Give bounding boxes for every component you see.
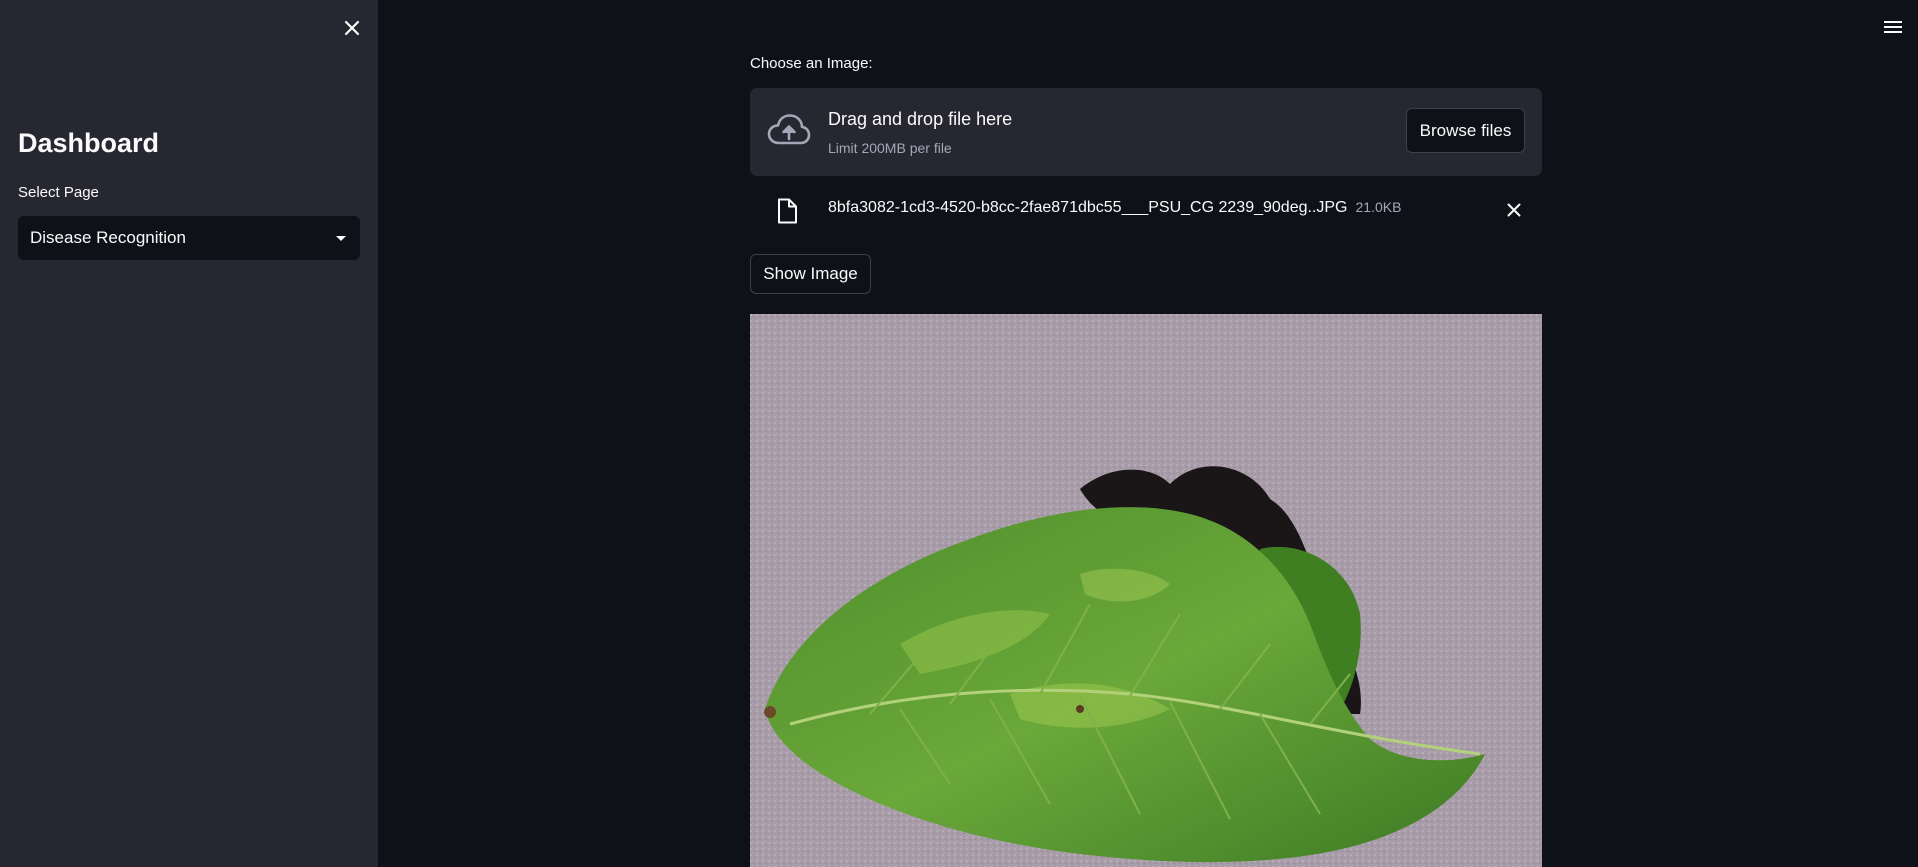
sidebar-close-button[interactable]	[338, 14, 366, 42]
select-page-value: Disease Recognition	[30, 228, 186, 247]
cloud-upload-icon	[767, 114, 811, 145]
file-dropzone[interactable]: Drag and drop file here Limit 200MB per …	[750, 88, 1542, 176]
uploaded-file-size: 21.0KB	[1355, 199, 1402, 215]
select-page-dropdown[interactable]: Disease Recognition	[18, 216, 360, 260]
uploaded-file-row: 8bfa3082-1cd3-4520-b8cc-2fae871dbc55___P…	[750, 190, 1542, 230]
caret-down-icon	[336, 236, 346, 241]
dropzone-title: Drag and drop file here	[828, 109, 1013, 129]
hamburger-menu-icon	[1884, 21, 1902, 33]
leaf-photo	[750, 314, 1542, 867]
file-uploader-label: Choose an Image:	[750, 55, 873, 72]
sidebar: Dashboard Select Page Disease Recognitio…	[0, 0, 378, 867]
sidebar-title: Dashboard	[18, 128, 160, 158]
file-icon	[778, 198, 797, 224]
select-page-label: Select Page	[18, 184, 99, 201]
dropzone-limit: Limit 200MB per file	[828, 140, 952, 156]
uploaded-file-name: 8bfa3082-1cd3-4520-b8cc-2fae871dbc55___P…	[828, 199, 1401, 217]
close-icon	[1507, 203, 1521, 217]
uploaded-file-name-text: 8bfa3082-1cd3-4520-b8cc-2fae871dbc55___P…	[828, 199, 1348, 216]
browse-files-button[interactable]: Browse files	[1406, 108, 1525, 153]
uploaded-leaf-image	[750, 314, 1542, 867]
remove-file-button[interactable]	[1503, 199, 1525, 221]
close-icon	[344, 20, 360, 36]
show-image-button[interactable]: Show Image	[750, 254, 871, 294]
main-menu-button[interactable]	[1880, 14, 1906, 40]
